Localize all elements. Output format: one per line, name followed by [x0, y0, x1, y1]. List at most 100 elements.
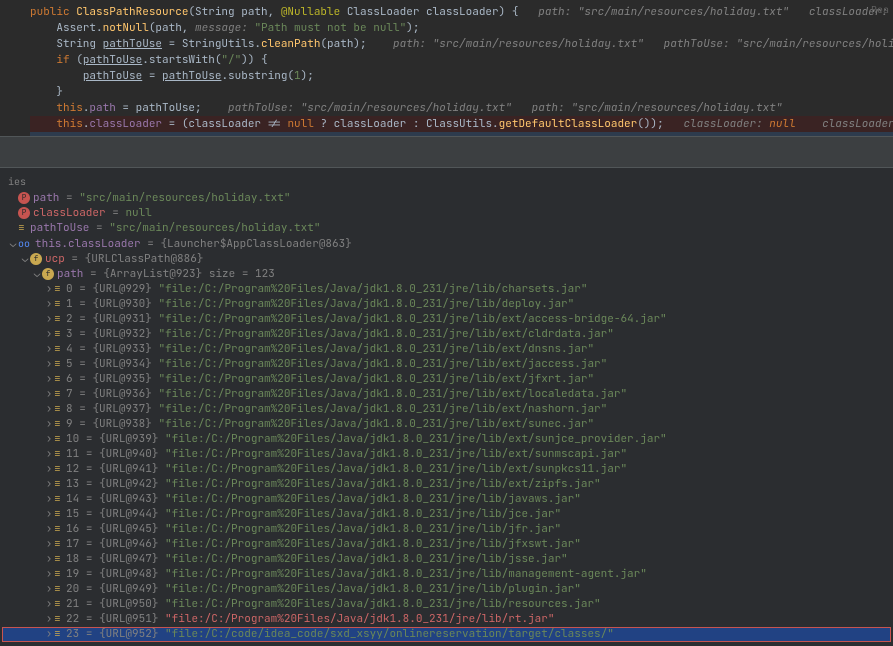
index-icon: ≡ — [54, 432, 64, 447]
expand-arrow[interactable] — [44, 342, 54, 357]
collapse-arrow[interactable] — [20, 252, 30, 267]
index-icon: ≡ — [54, 462, 64, 477]
code-line[interactable]: this.classLoader = (classLoader != null … — [30, 116, 893, 132]
code-editor[interactable]: Rea public ClassPathResource(String path… — [0, 0, 893, 136]
variable-row[interactable]: PclassLoader = null — [2, 206, 891, 221]
index-icon: ≡ — [54, 522, 64, 537]
variable-row[interactable]: oothis.classLoader = {Launcher$AppClassL… — [2, 236, 891, 252]
var-name: this.classLoader — [35, 237, 141, 251]
variable-row[interactable]: ≡23 = {URL@952} "file:/C:/code/idea_code… — [2, 627, 891, 642]
index-icon: ≡ — [54, 447, 64, 462]
variable-row[interactable]: ≡7 = {URL@936} "file:/C:/Program%20Files… — [2, 387, 891, 402]
index-icon: ≡ — [54, 552, 64, 567]
variable-row[interactable]: ≡13 = {URL@942} "file:/C:/Program%20File… — [2, 477, 891, 492]
index-icon: ≡ — [54, 612, 64, 627]
index-icon: ≡ — [54, 312, 64, 327]
variable-row[interactable]: ≡5 = {URL@934} "file:/C:/Program%20Files… — [2, 357, 891, 372]
variable-row[interactable]: ≡pathToUse = "src/main/resources/holiday… — [2, 221, 891, 236]
code-line[interactable]: if (pathToUse.startsWith("/")) { — [30, 52, 893, 68]
code-line[interactable]: this.path = pathToUse; pathToUse: "src/m… — [30, 100, 893, 116]
expand-arrow[interactable] — [44, 597, 54, 612]
expand-arrow[interactable] — [44, 507, 54, 522]
variable-row[interactable]: ≡3 = {URL@932} "file:/C:/Program%20Files… — [2, 327, 891, 342]
collapse-arrow[interactable] — [32, 267, 42, 282]
index-icon: ≡ — [54, 327, 64, 342]
variable-row[interactable]: ≡12 = {URL@941} "file:/C:/Program%20File… — [2, 462, 891, 477]
param-icon: P — [18, 207, 30, 219]
var-name: classLoader — [33, 206, 106, 220]
expand-arrow[interactable] — [44, 552, 54, 567]
index-icon: ≡ — [54, 297, 64, 312]
index-icon: ≡ — [54, 477, 64, 492]
expand-arrow[interactable] — [44, 492, 54, 507]
expand-arrow[interactable] — [44, 417, 54, 432]
pane-divider[interactable] — [0, 136, 893, 168]
index-icon: ≡ — [54, 417, 64, 432]
variable-row[interactable]: ≡0 = {URL@929} "file:/C:/Program%20Files… — [2, 282, 891, 297]
expand-arrow[interactable] — [44, 372, 54, 387]
var-name: pathToUse — [30, 221, 89, 235]
variable-row[interactable]: ≡10 = {URL@939} "file:/C:/Program%20File… — [2, 432, 891, 447]
variable-row[interactable]: ≡1 = {URL@930} "file:/C:/Program%20Files… — [2, 297, 891, 312]
expand-arrow[interactable] — [44, 612, 54, 627]
expand-arrow[interactable] — [44, 432, 54, 447]
expand-arrow[interactable] — [44, 387, 54, 402]
variable-row[interactable]: fucp = {URLClassPath@886} — [2, 252, 891, 267]
debug-variables-pane[interactable]: ies Ppath = "src/main/resources/holiday.… — [0, 168, 893, 646]
expand-arrow[interactable] — [44, 327, 54, 342]
expand-arrow[interactable] — [44, 477, 54, 492]
field-icon: f — [42, 268, 54, 280]
variable-row[interactable]: ≡21 = {URL@950} "file:/C:/Program%20File… — [2, 597, 891, 612]
variable-row[interactable]: ≡22 = {URL@951} "file:/C:/Program%20File… — [2, 612, 891, 627]
index-icon: ≡ — [54, 582, 64, 597]
variable-row[interactable]: ≡6 = {URL@935} "file:/C:/Program%20Files… — [2, 372, 891, 387]
variable-row[interactable]: ≡11 = {URL@940} "file:/C:/Program%20File… — [2, 447, 891, 462]
variable-row[interactable]: ≡14 = {URL@943} "file:/C:/Program%20File… — [2, 492, 891, 507]
expand-arrow[interactable] — [44, 447, 54, 462]
expand-arrow[interactable] — [44, 357, 54, 372]
code-line[interactable]: Assert.notNull(path, message: "Path must… — [30, 20, 893, 36]
variable-row[interactable]: ≡16 = {URL@945} "file:/C:/Program%20File… — [2, 522, 891, 537]
index-icon: ≡ — [54, 567, 64, 582]
index-icon: ≡ — [54, 537, 64, 552]
expand-arrow[interactable] — [44, 462, 54, 477]
var-name: path — [33, 191, 59, 205]
variable-row[interactable]: ≡8 = {URL@937} "file:/C:/Program%20Files… — [2, 402, 891, 417]
expand-arrow[interactable] — [44, 282, 54, 297]
expand-arrow[interactable] — [44, 312, 54, 327]
variable-row[interactable]: ≡17 = {URL@946} "file:/C:/Program%20File… — [2, 537, 891, 552]
index-icon: ≡ — [54, 402, 64, 417]
expand-arrow[interactable] — [44, 297, 54, 312]
code-line[interactable]: String pathToUse = StringUtils.cleanPath… — [30, 36, 893, 52]
object-icon: oo — [18, 236, 32, 251]
index-icon: ≡ — [54, 387, 64, 402]
variable-row[interactable]: ≡20 = {URL@949} "file:/C:/Program%20File… — [2, 582, 891, 597]
expand-arrow[interactable] — [44, 582, 54, 597]
variable-row[interactable]: ≡15 = {URL@944} "file:/C:/Program%20File… — [2, 507, 891, 522]
variable-row[interactable]: ≡19 = {URL@948} "file:/C:/Program%20File… — [2, 567, 891, 582]
expand-arrow[interactable] — [44, 522, 54, 537]
variable-row[interactable]: Ppath = "src/main/resources/holiday.txt" — [2, 191, 891, 206]
variable-row[interactable]: ≡18 = {URL@947} "file:/C:/Program%20File… — [2, 552, 891, 567]
index-icon: ≡ — [54, 507, 64, 522]
variable-row[interactable]: fpath = {ArrayList@923} size = 123 — [2, 267, 891, 282]
param-icon: P — [18, 192, 30, 204]
field-icon: f — [30, 253, 42, 265]
code-line[interactable]: pathToUse = pathToUse.substring(1); — [30, 68, 893, 84]
var-icon: ≡ — [18, 221, 28, 236]
expand-arrow[interactable] — [44, 537, 54, 552]
index-icon: ≡ — [54, 357, 64, 372]
variable-row[interactable]: ≡9 = {URL@938} "file:/C:/Program%20Files… — [2, 417, 891, 432]
variables-tab[interactable]: ies — [2, 172, 891, 191]
variable-row[interactable]: ≡2 = {URL@931} "file:/C:/Program%20Files… — [2, 312, 891, 327]
index-icon: ≡ — [54, 597, 64, 612]
collapse-arrow[interactable] — [8, 237, 18, 252]
expand-arrow[interactable] — [44, 402, 54, 417]
expand-arrow[interactable] — [44, 627, 54, 642]
variable-row[interactable]: ≡4 = {URL@933} "file:/C:/Program%20Files… — [2, 342, 891, 357]
code-line[interactable]: public ClassPathResource(String path, @N… — [30, 4, 893, 20]
expand-arrow[interactable] — [44, 567, 54, 582]
index-icon: ≡ — [54, 627, 64, 642]
code-line[interactable]: } — [30, 84, 893, 100]
index-icon: ≡ — [54, 282, 64, 297]
